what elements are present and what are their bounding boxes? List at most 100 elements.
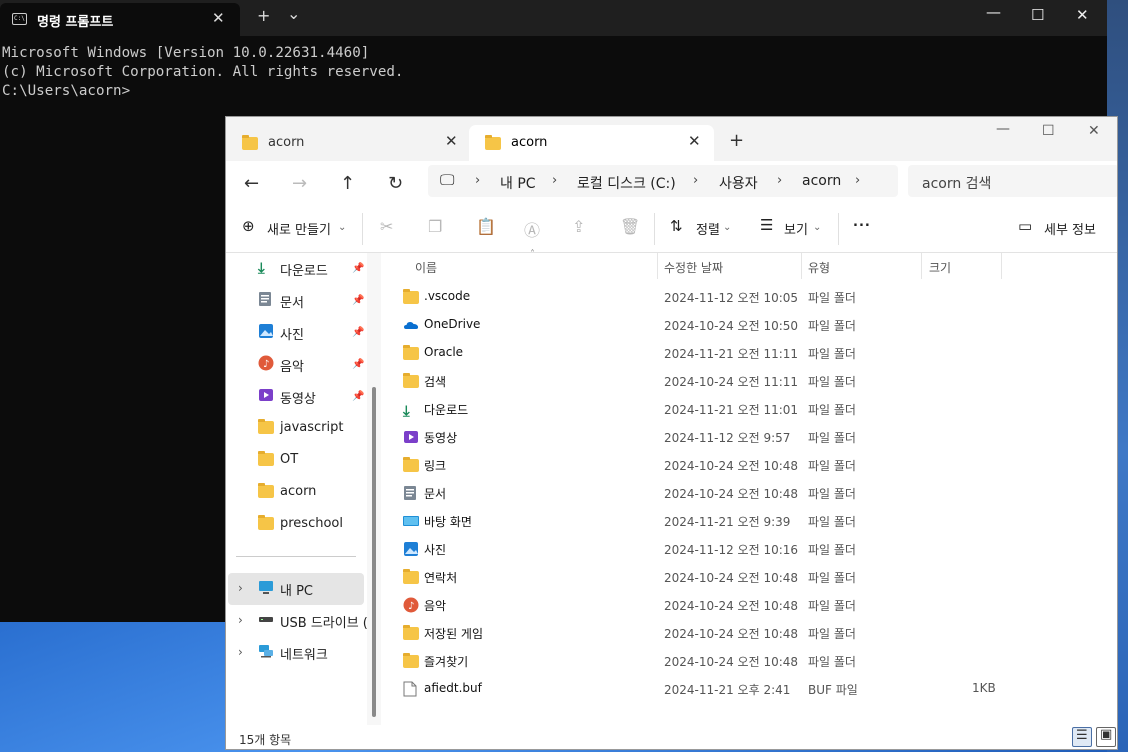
- chevron-down-icon: ⌄: [723, 222, 732, 233]
- file-name: 동영상: [424, 431, 458, 445]
- sidebar-item-label: acorn: [280, 484, 317, 499]
- up-icon[interactable]: ↑: [340, 173, 355, 194]
- pin-icon[interactable]: 📌: [352, 359, 364, 370]
- file-row[interactable]: 연락처 2024-10-24 오전 10:48 파일 폴더: [384, 563, 1117, 591]
- column-separator[interactable]: [921, 253, 922, 279]
- column-header-type[interactable]: 유형: [808, 259, 830, 276]
- sidebar-divider: [236, 556, 356, 557]
- sidebar-item-usb-drive[interactable]: USB 드라이브 (I: [258, 609, 368, 633]
- cut-icon[interactable]: ✂: [380, 217, 393, 236]
- column-header-size[interactable]: 크기: [929, 259, 951, 276]
- cmd-tab[interactable]: C:\ 명령 프롬프트 ✕: [0, 3, 240, 36]
- chevron-down-icon: ⌄: [338, 222, 347, 233]
- forward-icon[interactable]: →: [292, 173, 307, 194]
- column-header-date[interactable]: 수정한 날짜: [664, 259, 723, 276]
- new-button[interactable]: 새로 만들기: [267, 219, 331, 238]
- share-icon[interactable]: ⇪: [572, 217, 585, 236]
- details-pane-icon: ▭: [1018, 217, 1033, 235]
- search-box[interactable]: acorn 검색: [908, 165, 1117, 197]
- file-row[interactable]: OneDrive 2024-10-24 오전 10:50 파일 폴더: [384, 311, 1117, 339]
- chevron-right-icon[interactable]: ›: [238, 645, 243, 659]
- chevron-down-icon: ⌄: [813, 222, 822, 233]
- cmd-minimize-button[interactable]: —: [986, 3, 1001, 21]
- explorer-maximize-button[interactable]: ☐: [1042, 123, 1055, 139]
- details-view-button[interactable]: ☰: [1072, 727, 1092, 747]
- folder-icon: [403, 457, 419, 473]
- file-size: 1KB: [972, 681, 996, 695]
- rename-icon[interactable]: Ⓐ: [524, 217, 540, 241]
- file-row[interactable]: 바탕 화면 2024-11-21 오전 9:39 파일 폴더: [384, 507, 1117, 535]
- view-icon: ☰: [760, 216, 774, 234]
- chevron-right-icon[interactable]: ›: [777, 173, 782, 188]
- cmd-close-button[interactable]: ✕: [1076, 6, 1089, 24]
- file-row[interactable]: .vscode 2024-11-12 오전 10:05 파일 폴더: [384, 283, 1117, 311]
- tab-close-button[interactable]: ✕: [445, 132, 458, 150]
- file-name: 다운로드: [424, 403, 469, 417]
- sort-icon: ⇅: [670, 217, 683, 235]
- more-options-button[interactable]: ...: [853, 215, 871, 230]
- chevron-right-icon[interactable]: ›: [475, 173, 480, 188]
- tiles-view-button[interactable]: ▣: [1096, 727, 1116, 747]
- cmd-prompt: C:\Users\acorn>: [2, 83, 131, 99]
- column-separator[interactable]: [801, 253, 802, 279]
- chevron-right-icon[interactable]: ›: [238, 613, 243, 627]
- column-separator[interactable]: [657, 253, 658, 279]
- file-row[interactable]: 동영상 2024-11-12 오전 9:57 파일 폴더: [384, 423, 1117, 451]
- tab-close-button[interactable]: ✕: [688, 132, 701, 150]
- breadcrumb-item[interactable]: 사용자: [719, 173, 758, 193]
- file-type: 파일 폴더: [808, 627, 856, 641]
- file-row[interactable]: 검색 2024-10-24 오전 11:11 파일 폴더: [384, 367, 1117, 395]
- view-button[interactable]: 보기: [784, 219, 808, 238]
- copy-icon[interactable]: ❐: [428, 217, 442, 236]
- explorer-close-button[interactable]: ✕: [1088, 123, 1100, 139]
- explorer-minimize-button[interactable]: —: [996, 121, 1010, 137]
- sort-button[interactable]: 정렬: [696, 219, 720, 238]
- sidebar-item-label: 다운로드: [280, 264, 328, 279]
- file-row[interactable]: 저장된 게임 2024-10-24 오전 10:48 파일 폴더: [384, 619, 1117, 647]
- cmd-output[interactable]: Microsoft Windows [Version 10.0.22631.44…: [2, 44, 403, 101]
- tab-label: acorn: [511, 135, 548, 150]
- cmd-maximize-button[interactable]: ☐: [1031, 6, 1044, 24]
- file-row[interactable]: 사진 2024-11-12 오전 10:16 파일 폴더: [384, 535, 1117, 563]
- cmd-tab-close-button[interactable]: ✕: [212, 9, 225, 27]
- chevron-right-icon[interactable]: ›: [238, 581, 243, 595]
- file-type: 파일 폴더: [808, 459, 856, 473]
- file-row[interactable]: 링크 2024-10-24 오전 10:48 파일 폴더: [384, 451, 1117, 479]
- file-row[interactable]: ♪ 음악 2024-10-24 오전 10:48 파일 폴더: [384, 591, 1117, 619]
- pin-icon[interactable]: 📌: [352, 295, 364, 306]
- explorer-tab-2[interactable]: acorn ✕: [469, 125, 714, 161]
- cmd-dropdown-button[interactable]: ⌄: [287, 4, 300, 23]
- back-icon[interactable]: ←: [244, 173, 259, 194]
- folder-icon: [485, 135, 501, 150]
- new-tab-button[interactable]: +: [729, 130, 744, 151]
- breadcrumb-item[interactable]: 내 PC: [500, 173, 536, 193]
- details-button[interactable]: 세부 정보: [1044, 219, 1096, 238]
- pin-icon[interactable]: 📌: [352, 263, 364, 274]
- pin-icon[interactable]: 📌: [352, 327, 364, 338]
- chevron-right-icon[interactable]: ›: [552, 173, 557, 188]
- cmd-new-tab-button[interactable]: +: [257, 6, 270, 25]
- file-row[interactable]: 문서 2024-10-24 오전 10:48 파일 폴더: [384, 479, 1117, 507]
- file-row[interactable]: afiedt.buf 2024-11-21 오후 2:41 BUF 파일 1KB: [384, 675, 1117, 703]
- address-bar[interactable]: 🖵 › 내 PC › 로컬 디스크 (C:) › 사용자 › acorn ›: [428, 165, 898, 197]
- file-name: 검색: [424, 375, 447, 389]
- file-row[interactable]: 즐겨찾기 2024-10-24 오전 10:48 파일 폴더: [384, 647, 1117, 675]
- svg-text:♪: ♪: [408, 601, 414, 612]
- column-header-name[interactable]: 이름: [415, 259, 437, 276]
- chevron-right-icon[interactable]: ›: [693, 173, 698, 188]
- file-date: 2024-10-24 오전 10:48: [664, 627, 799, 641]
- breadcrumb-item[interactable]: acorn: [802, 173, 841, 189]
- refresh-icon[interactable]: ↻: [388, 173, 403, 194]
- sidebar-item-label: 문서: [280, 296, 304, 311]
- paste-icon[interactable]: 📋: [476, 217, 496, 236]
- explorer-tab-1[interactable]: acorn ✕: [226, 125, 471, 161]
- file-row[interactable]: ⤓ 다운로드 2024-11-21 오전 11:01 파일 폴더: [384, 395, 1117, 423]
- breadcrumb-item[interactable]: 로컬 디스크 (C:): [577, 173, 676, 193]
- sidebar-scrollbar-thumb[interactable]: [372, 387, 376, 717]
- column-separator[interactable]: [1001, 253, 1002, 279]
- chevron-right-icon[interactable]: ›: [855, 173, 860, 188]
- pin-icon[interactable]: 📌: [352, 391, 364, 402]
- file-row[interactable]: Oracle 2024-11-21 오전 11:11 파일 폴더: [384, 339, 1117, 367]
- terminal-icon: C:\: [12, 13, 27, 25]
- delete-icon[interactable]: 🗑: [620, 217, 640, 236]
